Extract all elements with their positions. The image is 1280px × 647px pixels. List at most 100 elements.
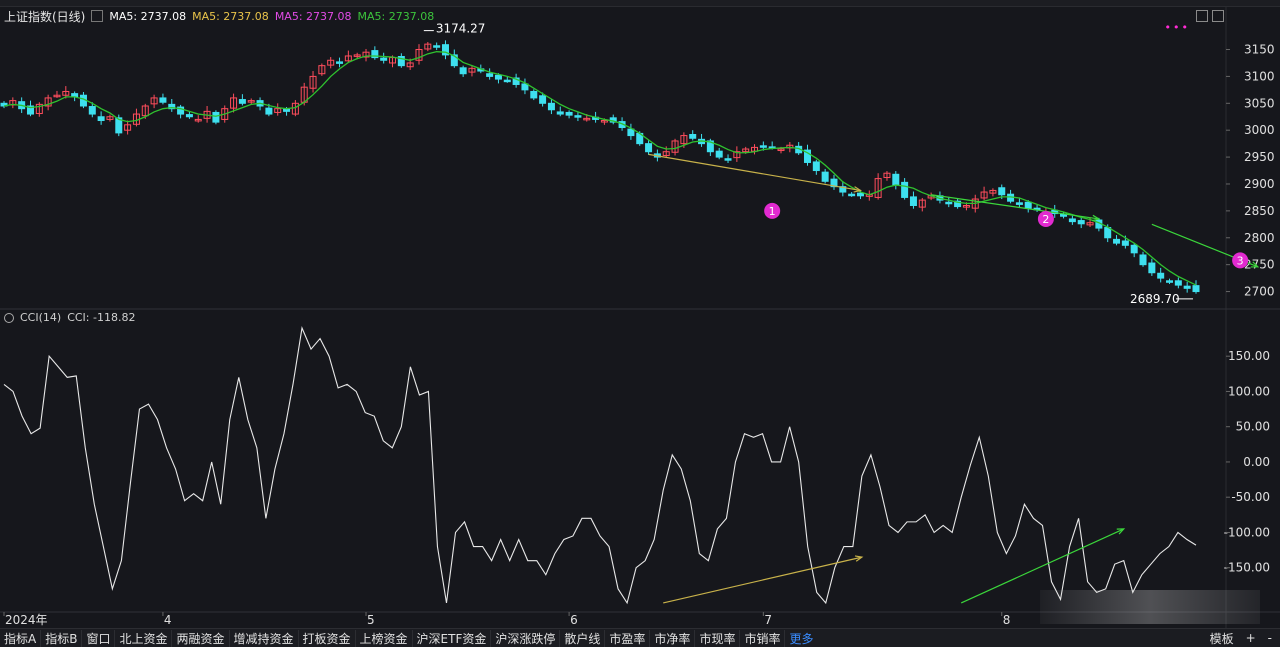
candle-body [1068, 218, 1076, 223]
candle-body [627, 128, 635, 137]
x-tick-label: 8 [1003, 613, 1011, 627]
tab-0[interactable]: 指标A [0, 629, 42, 647]
cci-tick-label: -50.00 [1231, 490, 1270, 504]
candle-body [1104, 227, 1112, 239]
candle-body [283, 108, 291, 112]
tab-9[interactable]: 沪深涨跌停 [491, 629, 561, 647]
watermark [1040, 590, 1260, 624]
candle-body [503, 79, 511, 83]
price-tick-label: 2950 [1244, 150, 1275, 164]
candle-body [1174, 280, 1182, 286]
candle-body [724, 158, 732, 161]
cci-tick-label: 150.00 [1228, 349, 1270, 363]
candle-body [238, 99, 246, 104]
candle-body [945, 201, 953, 205]
candle-body [336, 61, 344, 64]
candle-body [689, 133, 697, 139]
candle-body [1113, 238, 1121, 244]
tab-7[interactable]: 上榜资金 [356, 629, 413, 647]
candle-body [1192, 285, 1200, 293]
candle-body [185, 114, 193, 118]
tab-10[interactable]: 散户线 [560, 629, 606, 647]
cci-tick-label: -100.00 [1224, 525, 1270, 539]
candle-body [530, 90, 538, 99]
candle-body [97, 116, 105, 122]
bottom-tab-bar: 指标A 指标B 窗口 北上资金 两融资金 增减持资金 打板资金 上榜资金 沪深E… [0, 628, 1280, 647]
candle-body [88, 106, 96, 115]
candle-body [1024, 201, 1032, 209]
cci-header: CCI(14) CCI: -118.82 [4, 311, 135, 324]
marker-number: 1 [769, 205, 776, 218]
chart-canvas: 3150 3100 3050 3000 2950 2900 2850 2800 2750 2700… [0, 6, 1280, 628]
candle-body [486, 73, 494, 77]
tab-1[interactable]: 指标B [41, 629, 83, 647]
tab-2[interactable]: 窗口 [82, 629, 116, 647]
tab-more[interactable]: 更多 [785, 630, 817, 647]
candle-body [265, 107, 273, 115]
candle-body [1139, 254, 1147, 266]
candle-body [459, 67, 467, 75]
tab-13[interactable]: 市现率 [695, 629, 741, 647]
cci-value: CCI: -118.82 [67, 311, 136, 324]
tab-6[interactable]: 打板资金 [299, 629, 356, 647]
x-tick-label: 2024年 [5, 613, 48, 627]
price-tick-label: 2750 [1244, 258, 1275, 272]
candle-body [1015, 202, 1023, 205]
candle-body [380, 57, 388, 61]
candle-body [212, 111, 220, 123]
price-tick-label: 3150 [1244, 43, 1275, 57]
price-tick-label: 3050 [1244, 96, 1275, 110]
tab-3[interactable]: 北上资金 [115, 629, 173, 647]
price-tick-label: 2800 [1244, 231, 1275, 245]
trend-arrow-price [648, 153, 861, 192]
ma5-line [3, 51, 1197, 286]
candle-body [159, 97, 167, 103]
low-annotation: 2689.70 [1130, 292, 1180, 306]
candle-body [556, 111, 564, 115]
tab-11[interactable]: 市盈率 [605, 629, 651, 647]
tab-4[interactable]: 两融资金 [172, 629, 230, 647]
candle-body [1130, 244, 1138, 254]
bottom-right-controls: 模板 + - [1210, 629, 1280, 647]
candle-body [821, 171, 829, 182]
price-tick-label: 2700 [1244, 285, 1275, 299]
cci-tick-label: 100.00 [1228, 384, 1270, 398]
zoom-out-button[interactable]: - [1268, 631, 1272, 645]
candle-body [848, 193, 856, 197]
candle-body [433, 45, 441, 48]
candle-body [812, 161, 820, 172]
indicator-settings-icon[interactable] [4, 312, 14, 323]
candle-body [574, 115, 582, 118]
tab-14[interactable]: 市销率 [740, 629, 786, 647]
candle-body [547, 102, 555, 111]
candle-body [909, 196, 917, 206]
x-tick-label: 6 [570, 613, 578, 627]
x-tick-label: 7 [764, 613, 772, 627]
x-tick-label: 4 [164, 613, 172, 627]
high-annotation: 3174.27 [436, 22, 486, 36]
candle-body [539, 95, 547, 104]
cci-tick-label: 0.00 [1243, 455, 1270, 469]
candle-body [1157, 272, 1165, 279]
cci-tick-label: -150.00 [1224, 561, 1270, 575]
candle-body [1121, 240, 1129, 246]
tab-12[interactable]: 市净率 [650, 629, 696, 647]
marker-number: 2 [1042, 213, 1049, 226]
candle-body [901, 181, 909, 198]
candle-body [998, 187, 1006, 196]
zoom-in-button[interactable]: + [1246, 631, 1256, 645]
cci-tick-label: 50.00 [1236, 420, 1270, 434]
candle-body [1166, 280, 1174, 283]
cci-title: CCI(14) [20, 311, 62, 324]
template-button[interactable]: 模板 [1210, 630, 1234, 647]
candle-body [715, 150, 723, 158]
candle-body [1148, 262, 1156, 274]
price-tick-label: 2900 [1244, 177, 1275, 191]
candle-body [1183, 285, 1191, 289]
candle-body [645, 143, 653, 153]
x-tick-label: 5 [367, 613, 375, 627]
price-tick-label: 2850 [1244, 204, 1275, 218]
candle-body [759, 145, 767, 148]
tab-8[interactable]: 沪深ETF资金 [413, 629, 492, 647]
tab-5[interactable]: 增减持资金 [230, 629, 299, 647]
